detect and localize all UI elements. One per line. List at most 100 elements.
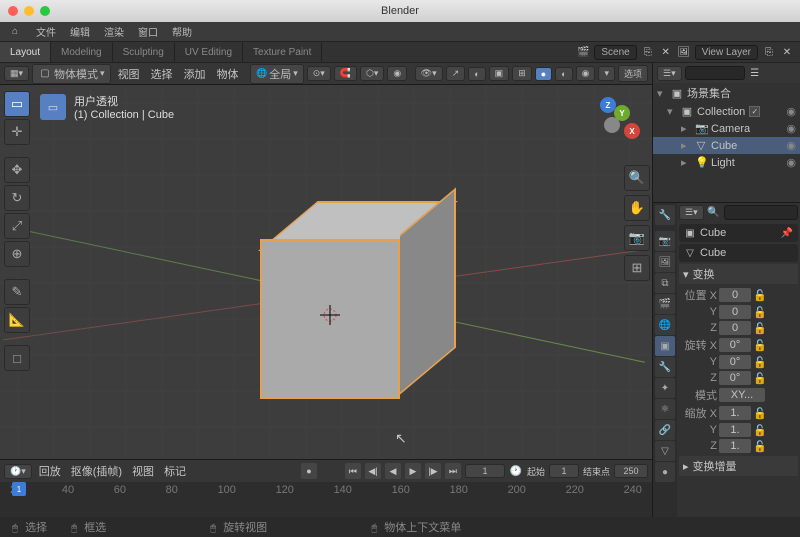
orientation-selector[interactable]: 🌐 全局 ▾ [250, 64, 304, 84]
lock-location-y[interactable]: 🔓 [753, 306, 767, 319]
header-menu-object[interactable]: 物体 [213, 66, 243, 82]
collection-visibility-icon[interactable]: ◉ [786, 105, 796, 118]
workspace-tab-sculpting[interactable]: Sculpting [113, 42, 175, 62]
scale-x-field[interactable]: 1. [719, 406, 751, 420]
outliner-item-camera[interactable]: ▸📷Camera◉ [653, 120, 800, 137]
props-tab-output[interactable]: 🖼 [655, 252, 675, 272]
play-button[interactable]: ▶ [405, 463, 421, 479]
data-name-field[interactable]: ▽ Cube [679, 244, 798, 262]
object-mode-selector[interactable]: ▢物体模式 ▾ [32, 64, 111, 84]
lock-location-z[interactable]: 🔓 [753, 322, 767, 335]
timeline-track[interactable]: 20406080100120140160180200220240 1 [0, 482, 652, 517]
viewlayer-browse-icon[interactable]: 🖼 [677, 45, 691, 59]
outliner-collection[interactable]: ▾▣ Collection ✓ ◉ [653, 103, 800, 120]
viewlayer-selector[interactable]: View Layer [695, 45, 758, 60]
jump-keyframe-back-button[interactable]: ◀| [365, 463, 381, 479]
shading-solid[interactable]: ● [535, 67, 552, 81]
props-display-mode[interactable]: ☰▾ [679, 205, 704, 220]
header-menu-add[interactable]: 添加 [180, 66, 210, 82]
show-overlays-toggle[interactable]: ◐ [468, 67, 485, 81]
location-z-field[interactable]: 0 [719, 321, 751, 335]
rotation-y-field[interactable]: 0° [719, 355, 751, 369]
props-search-input[interactable] [724, 205, 798, 220]
rotation-z-field[interactable]: 0° [719, 371, 751, 385]
props-tab-object[interactable]: ▣ [655, 336, 675, 356]
props-tab-scene[interactable]: 🎬 [655, 294, 675, 314]
proportional-edit-toggle[interactable]: ◉ [387, 66, 407, 81]
minimize-window-button[interactable] [24, 6, 34, 16]
playhead[interactable]: 1 [12, 482, 26, 496]
lock-rotation-y[interactable]: 🔓 [753, 356, 767, 369]
tool-measure[interactable]: 📐 [4, 307, 30, 333]
tool-select-box[interactable]: ▭ [4, 91, 30, 117]
props-tab-material[interactable]: ● [655, 462, 675, 482]
props-tab-modifiers[interactable]: 🔧 [655, 357, 675, 377]
tool-annotate[interactable]: ✎ [4, 279, 30, 305]
show-gizmo-toggle[interactable]: ↗ [446, 66, 466, 81]
lock-rotation-x[interactable]: 🔓 [753, 339, 767, 352]
workspace-tab-modeling[interactable]: Modeling [51, 42, 113, 62]
timeline-editor-type[interactable]: 🕐▾ [4, 464, 32, 479]
scale-y-field[interactable]: 1. [719, 423, 751, 437]
menu-edit[interactable]: 编辑 [64, 22, 96, 41]
visibility-toggle[interactable]: ◉ [786, 122, 796, 135]
object-name-field[interactable]: ▣ Cube 📌 [679, 224, 798, 242]
visibility-toggle[interactable]: ◉ [786, 139, 796, 152]
location-x-field[interactable]: 0 [719, 288, 751, 302]
pan-button[interactable]: ✋ [624, 195, 650, 221]
pin-icon[interactable]: 📌 [780, 226, 794, 240]
tool-add-cube[interactable]: □ [4, 345, 30, 371]
lock-location-x[interactable]: 🔓 [753, 289, 767, 302]
snap-toggle[interactable]: 🧲 [334, 66, 357, 81]
tool-cursor[interactable]: ✛ [4, 119, 30, 145]
tool-rotate[interactable]: ↻ [4, 185, 30, 211]
scene-unlink-icon[interactable]: ✕ [659, 45, 673, 59]
scale-z-field[interactable]: 1. [719, 439, 751, 453]
menu-help[interactable]: 帮助 [166, 22, 198, 41]
gizmo-x-axis[interactable]: X [624, 123, 640, 139]
delta-transform-panel-header[interactable]: ▸变换增量 [679, 456, 798, 476]
start-frame-field[interactable]: 1 [549, 464, 579, 478]
scene-new-icon[interactable]: ⎘ [641, 45, 655, 59]
props-tab-constraints[interactable]: 🔗 [655, 420, 675, 440]
outliner-search-input[interactable] [685, 66, 745, 80]
workspace-tab-texturepaint[interactable]: Texture Paint [243, 42, 322, 62]
zoom-button[interactable]: 🔍 [624, 165, 650, 191]
ortho-toggle-button[interactable]: ⊞ [624, 255, 650, 281]
current-frame-field[interactable]: 1 [465, 464, 505, 478]
visibility-toggle[interactable]: ◉ [786, 156, 796, 169]
workspace-tab-layout[interactable]: Layout [0, 42, 51, 62]
shading-wireframe[interactable]: ⊞ [512, 66, 532, 81]
gizmo-y-axis[interactable]: Y [614, 105, 630, 121]
menu-render[interactable]: 渲染 [98, 22, 130, 41]
snap-element[interactable]: ⬡▾ [360, 66, 384, 81]
outliner-item-light[interactable]: ▸💡Light◉ [653, 154, 800, 171]
rotation-mode-selector[interactable]: XY... [719, 388, 765, 402]
timeline-menu-marker[interactable]: 标记 [161, 463, 189, 479]
collection-enable-checkbox[interactable]: ✓ [749, 106, 760, 117]
outliner-scene-collection[interactable]: ▾▣ 场景集合 [653, 83, 800, 103]
viewlayer-unlink-icon[interactable]: ✕ [780, 45, 794, 59]
props-tab-particles[interactable]: ✦ [655, 378, 675, 398]
props-tab-viewlayer[interactable]: ⧉ [655, 273, 675, 293]
menu-file[interactable]: 文件 [30, 22, 62, 41]
header-menu-view[interactable]: 视图 [114, 66, 144, 82]
props-tab-render[interactable]: 📷 [655, 231, 675, 251]
editor-type-selector[interactable]: ▦▾ [4, 66, 29, 81]
jump-to-end-button[interactable]: ⏭ [445, 463, 461, 479]
jump-to-start-button[interactable]: ⏮ [345, 463, 361, 479]
props-tab-physics[interactable]: ⚛ [655, 399, 675, 419]
tool-scale[interactable]: ⤢ [4, 213, 30, 239]
object-visibility-filter[interactable]: 👁▾ [415, 66, 443, 81]
scene-browse-icon[interactable]: 🎬 [576, 45, 590, 59]
props-tab-world[interactable]: 🌐 [655, 315, 675, 335]
timeline-menu-view[interactable]: 视图 [129, 463, 157, 479]
xray-toggle[interactable]: ▣ [489, 66, 510, 81]
play-reverse-button[interactable]: ◀ [385, 463, 401, 479]
timeline-menu-playback[interactable]: 回放 [36, 463, 64, 479]
lock-scale-z[interactable]: 🔓 [753, 440, 767, 453]
3d-viewport[interactable]: ▭ 用户透视 (1) Collection | Cube Z Y X 🔍 ✋ 📷 [0, 85, 652, 459]
scene-selector[interactable]: Scene [594, 45, 636, 60]
shading-rendered[interactable]: ◉ [576, 66, 596, 81]
outliner-editor-type[interactable]: ☰▾ [657, 66, 682, 81]
